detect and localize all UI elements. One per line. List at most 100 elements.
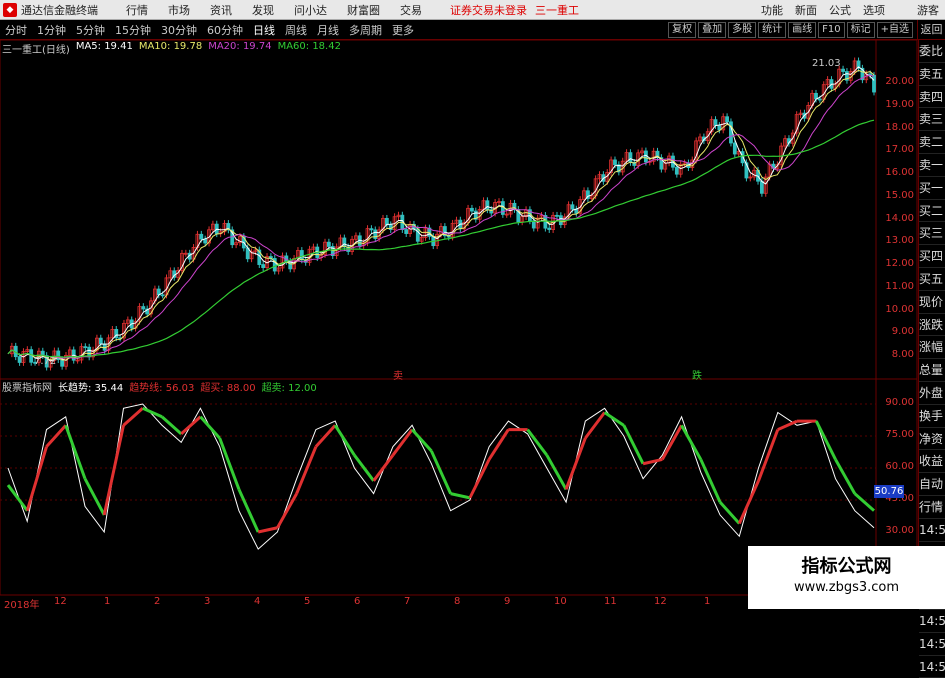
indicator-tick: 90.00: [885, 397, 914, 408]
side-item-20[interactable]: 行情: [919, 496, 945, 519]
date-tick: 3: [204, 596, 211, 607]
price-tick: 10.00: [885, 303, 914, 315]
candle-body: [759, 180, 764, 194]
date-tick: 10: [554, 596, 567, 607]
candle-body: [261, 264, 266, 268]
side-item-3[interactable]: 卖三: [919, 108, 945, 132]
candle-body: [570, 204, 575, 210]
indicator-trend-segment: [6, 484, 29, 512]
price-tick: 8.00: [891, 349, 914, 360]
side-item-5[interactable]: 卖一: [919, 154, 945, 177]
side-item-19[interactable]: 自动: [919, 473, 945, 496]
candle-body: [841, 68, 845, 72]
candle-body: [547, 227, 552, 230]
side-item-12[interactable]: 涨跌: [919, 314, 945, 337]
candle-body: [725, 116, 729, 123]
indicator-trend-segment: [777, 419, 798, 431]
side-item-7[interactable]: 买二: [919, 200, 945, 223]
candle-body: [369, 228, 374, 231]
price-tick: 17.00: [885, 144, 914, 156]
watermark: 指标公式网 www.zbgs3.com: [748, 546, 945, 609]
indicator-trend-segment: [450, 492, 471, 500]
date-tick: 6: [354, 596, 361, 607]
date-tick: 12: [54, 596, 67, 607]
indicator-trend-segment: [853, 492, 875, 512]
side-item-11[interactable]: 现价: [919, 291, 945, 314]
side-item-26[interactable]: 14:5: [919, 633, 945, 656]
indicator-trend-segment: [25, 446, 48, 512]
date-tick: 11: [604, 596, 617, 607]
indicator-trend-segment: [718, 501, 741, 525]
indicator-trend-segment: [45, 424, 67, 448]
candle-body: [872, 74, 876, 93]
candle-body: [384, 217, 389, 226]
price-tick: 9.00: [891, 326, 914, 338]
candle-body: [732, 142, 737, 155]
side-item-1[interactable]: 卖五: [919, 63, 945, 86]
side-item-25[interactable]: 14:5: [919, 610, 945, 633]
price-tick: 18.00: [885, 121, 914, 133]
indicator-trend-segment: [257, 526, 278, 534]
high-price-label: 21.03: [812, 58, 841, 69]
indicator-trend-segment: [411, 428, 433, 452]
side-item-10[interactable]: 买五: [919, 268, 945, 291]
side-item-9[interactable]: 买四: [919, 245, 945, 268]
date-tick: 4: [254, 596, 261, 607]
side-item-2[interactable]: 卖四: [919, 86, 945, 109]
indicator-trend-segment: [64, 424, 87, 480]
indicator-tick: 30.00: [885, 525, 914, 536]
price-tick: 20.00: [885, 76, 914, 87]
candle-body: [326, 241, 331, 247]
side-item-13[interactable]: 涨幅: [919, 336, 945, 360]
side-item-16[interactable]: 换手: [919, 405, 945, 428]
side-item-27[interactable]: 14:5: [919, 656, 945, 678]
candle-body: [160, 294, 165, 297]
indicator-trend-segment: [468, 458, 491, 499]
side-item-18[interactable]: 收益: [919, 450, 945, 474]
indicator-trend-segment: [160, 415, 183, 435]
side-panel: 委比 卖五 卖四 卖三 卖二 卖一 买一 买二 买三 买四 买五 现价 涨跌 涨幅 总量 外盘 换手 净资 收益 自动…: [918, 40, 945, 678]
indicator-trend-segment: [757, 429, 780, 482]
side-item-8[interactable]: 买三: [919, 222, 945, 246]
indicator-trend-segment: [122, 407, 144, 427]
date-tick: 12: [654, 596, 667, 607]
indicator-trend-segment: [102, 425, 125, 516]
side-item-4[interactable]: 卖二: [919, 131, 945, 154]
side-item-14[interactable]: 总量: [919, 359, 945, 382]
price-tick: 14.00: [885, 212, 914, 224]
current-value-badge: 50.76: [874, 485, 904, 498]
indicator-trend-segment: [199, 415, 221, 440]
indicator-trend-segment: [737, 480, 760, 525]
price-tick: 13.00: [885, 235, 914, 247]
candle-body: [713, 119, 718, 126]
date-tick: 1: [704, 596, 711, 607]
date-tick: 2: [154, 596, 161, 607]
date-tick: 8: [454, 596, 461, 607]
indicator-trend-segment: [603, 411, 625, 427]
indicator-trend-segment: [180, 415, 202, 435]
watermark-title: 指标公式网: [801, 556, 892, 577]
chart-canvas[interactable]: [0, 0, 945, 609]
indicator-tick: 75.00: [885, 429, 914, 440]
date-tick: 9: [504, 596, 511, 607]
buy-signal: 跌: [692, 371, 702, 382]
side-item-0[interactable]: 委比: [919, 40, 945, 63]
side-item-21[interactable]: 14:5: [919, 519, 945, 542]
price-tick: 12.00: [885, 258, 914, 269]
price-tick: 15.00: [885, 189, 914, 201]
side-item-6[interactable]: 买一: [919, 177, 945, 200]
side-item-15[interactable]: 外盘: [919, 382, 945, 405]
price-tick: 11.00: [885, 280, 914, 292]
indicator-trend-segment: [333, 424, 356, 457]
price-tick: 16.00: [885, 167, 914, 178]
price-panel-border: [0, 39, 918, 380]
candle-body: [555, 214, 559, 217]
indicator-trend-segment: [218, 437, 241, 490]
side-item-17[interactable]: 净资: [919, 428, 945, 451]
indicator-trend-segment: [276, 492, 298, 529]
candle-body: [60, 359, 65, 367]
candle-body: [470, 207, 474, 212]
indicator-trend-segment: [391, 428, 414, 457]
indicator-tick: 60.00: [885, 461, 914, 472]
candle-body: [17, 356, 22, 363]
